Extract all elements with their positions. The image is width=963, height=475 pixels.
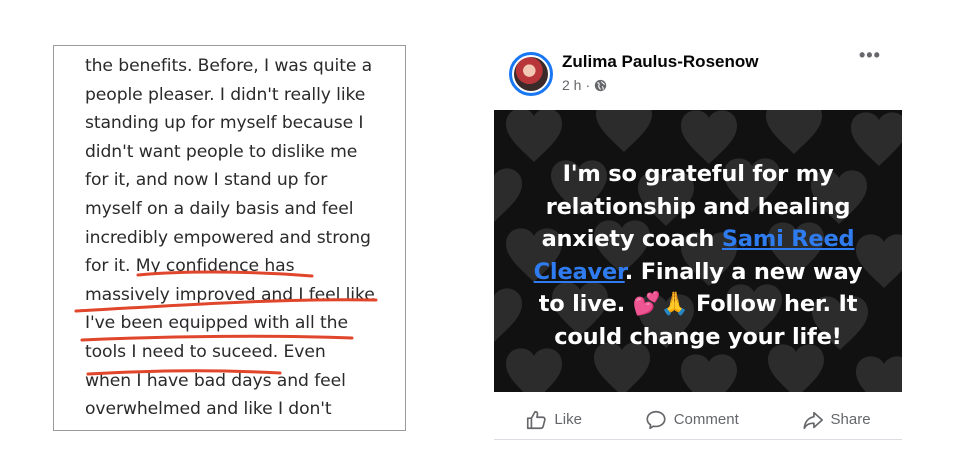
comment-label: Comment bbox=[673, 411, 739, 428]
post-image-text: I'm so grateful for my relationship and … bbox=[494, 158, 902, 353]
image-text-fragment: anxiety coach bbox=[541, 226, 722, 252]
image-text-line: anxiety coach Sami Reed bbox=[494, 223, 902, 256]
meta-separator: · bbox=[585, 77, 591, 93]
excerpt-line: for it. My confidence has bbox=[85, 256, 295, 277]
image-text-fragment: to live. bbox=[538, 291, 633, 317]
comment-bubble-icon bbox=[646, 410, 666, 429]
coach-mention-link[interactable]: Sami Reed bbox=[722, 226, 855, 252]
image-text-line: to live. 💕🙏 Follow her. It bbox=[494, 288, 902, 321]
post-actions-bar: Like Comment Share bbox=[494, 400, 902, 440]
image-text-fragment: . Finally a new way bbox=[624, 258, 863, 285]
share-button[interactable]: Share bbox=[802, 409, 871, 431]
thumbs-up-icon bbox=[527, 410, 547, 429]
image-text-line: I'm so grateful for my bbox=[562, 161, 834, 187]
post-meta: 2 h · bbox=[562, 77, 607, 93]
image-text-fragment: Follow her. It bbox=[688, 291, 858, 317]
globe-icon bbox=[594, 79, 607, 91]
image-text-line: Cleaver. Finally a new way bbox=[494, 256, 902, 289]
post-author[interactable]: Zulima Paulus-Rosenow bbox=[562, 52, 758, 72]
excerpt-line: tools I need to suceed. Even bbox=[85, 341, 326, 362]
social-post: Zulima Paulus-Rosenow 2 h · ••• I'm so g… bbox=[494, 40, 902, 445]
excerpt-line: standing up for myself because I bbox=[85, 113, 364, 134]
excerpt-text: the benefits. Before, I was quite a peop… bbox=[85, 52, 397, 424]
excerpt-line: myself on a daily basis and feel bbox=[85, 198, 354, 219]
share-label: Share bbox=[830, 411, 871, 428]
excerpt-line: the benefits. Before, I was quite a bbox=[85, 56, 373, 76]
heart-and-pray-emoji-icon: 💕🙏 bbox=[632, 291, 689, 317]
comment-button[interactable]: Comment bbox=[645, 409, 739, 431]
like-button[interactable]: Like bbox=[525, 409, 582, 431]
post-image: I'm so grateful for my relationship and … bbox=[494, 110, 902, 392]
excerpt-line: I've been equipped with all the bbox=[85, 313, 348, 334]
image-text-line: relationship and healing bbox=[545, 193, 851, 220]
excerpt-line: didn't want people to dislike me bbox=[85, 141, 358, 162]
more-options-icon[interactable]: ••• bbox=[859, 46, 883, 66]
excerpt-line: overwhelmed and like I don't bbox=[85, 399, 332, 420]
image-text-line: could change your life! bbox=[554, 323, 842, 350]
post-time[interactable]: 2 h bbox=[562, 77, 581, 93]
excerpt-line: when I have bad days and feel bbox=[85, 370, 346, 391]
excerpt-line: people pleaser. I didn't really like bbox=[85, 84, 366, 105]
excerpt-line: for it, and now I stand up for bbox=[85, 170, 328, 191]
share-arrow-icon bbox=[803, 411, 823, 429]
excerpt-line: massively improved and I feel like bbox=[85, 284, 375, 305]
avatar[interactable] bbox=[509, 52, 553, 96]
like-label: Like bbox=[554, 411, 582, 428]
coach-mention-link[interactable]: Cleaver bbox=[534, 259, 625, 285]
testimonial-excerpt: the benefits. Before, I was quite a peop… bbox=[53, 45, 406, 431]
excerpt-line: incredibly empowered and strong bbox=[85, 227, 371, 248]
